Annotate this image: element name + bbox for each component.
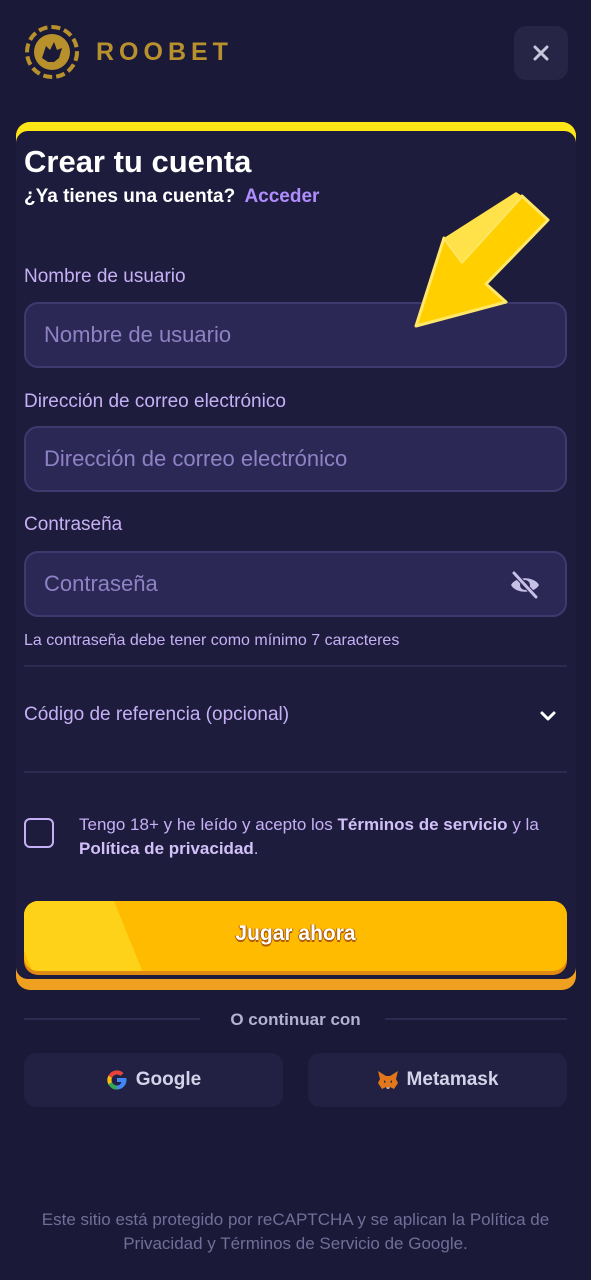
metamask-login-button[interactable]: Metamask [308,1053,567,1107]
username-placeholder: Nombre de usuario [44,322,232,347]
email-label: Dirección de correo electrónico [24,391,286,412]
terms-text: Tengo 18+ y he leído y acepto los Términ… [79,813,569,861]
play-now-label: Jugar ahora [235,922,356,945]
google-label: Google [135,1069,202,1090]
password-placeholder: Contraseña [44,571,158,596]
privacy-policy-link[interactable]: Política de privacidad [79,839,254,858]
brand-name: ROOBET [96,37,233,66]
terms-prefix: Tengo 18+ y he leído y acepto los [79,815,333,834]
eye-off-icon[interactable] [509,571,541,599]
or-divider: O continuar con [24,1008,567,1032]
close-button[interactable] [514,26,568,80]
google-icon [107,1070,127,1090]
recaptcha-notice: Este sitio está protegido por reCAPTCHA … [41,1210,550,1253]
divider [24,771,567,773]
divider [24,665,567,667]
roobet-logo-icon [25,25,79,79]
login-prompt: ¿Ya tienes una cuenta? Acceder [24,186,319,208]
password-label: Contraseña [24,514,123,535]
email-placeholder: Dirección de correo electrónico [44,446,348,471]
google-login-button[interactable]: Google [24,1053,283,1107]
roobet-logo[interactable]: ROOBET [24,24,233,80]
metamask-label: Metamask [406,1069,499,1090]
email-field[interactable]: Dirección de correo electrónico [24,426,567,492]
have-account-text: ¿Ya tienes una cuenta? [24,186,236,207]
metamask-icon [377,1071,398,1089]
terms-checkbox[interactable] [24,818,54,848]
play-now-button[interactable]: Jugar ahora [24,901,567,971]
terms-suffix: . [253,839,259,858]
referral-code-toggle[interactable]: Código de referencia (opcional) [24,704,289,726]
header: ROOBET [0,0,591,110]
arrow-pointer-icon [414,192,550,328]
page-title: Crear tu cuenta [24,144,252,179]
terms-middle: y la [512,815,539,834]
close-icon [533,45,549,61]
chevron-down-icon[interactable] [538,706,558,726]
password-hint: La contraseña debe tener como mínimo 7 c… [24,632,400,649]
login-link[interactable]: Acceder [244,186,319,207]
password-field[interactable]: Contraseña [24,551,567,617]
terms-of-service-link[interactable]: Términos de servicio [338,815,508,834]
username-label: Nombre de usuario [24,266,186,287]
or-continue-text: O continuar con [230,1010,361,1029]
